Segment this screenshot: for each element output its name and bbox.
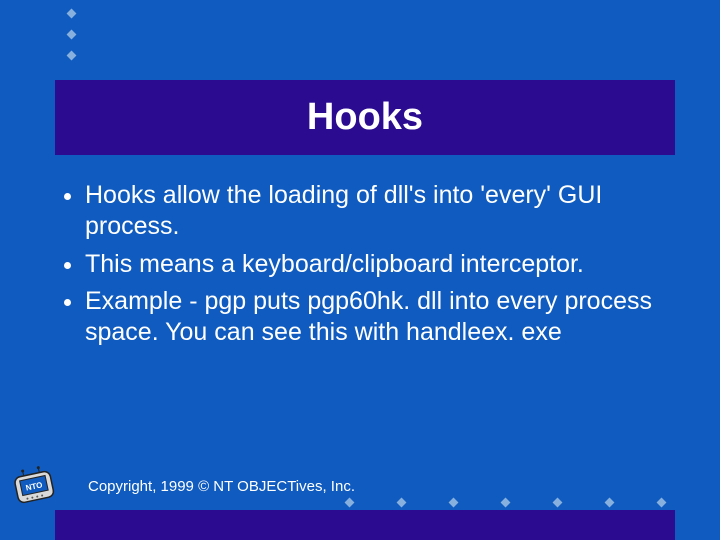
- diamond-icon: [501, 498, 511, 508]
- copyright-text: Copyright, 1999 © NT OBJECTives, Inc.: [88, 478, 355, 495]
- diamond-icon: [345, 498, 355, 508]
- decorative-bottom-diamonds: [346, 499, 665, 506]
- bullet-item: This means a keyboard/clipboard intercep…: [85, 249, 665, 280]
- slide-title: Hooks: [307, 96, 423, 139]
- bottom-bar: [55, 510, 675, 540]
- decorative-top-diamonds: [68, 10, 75, 59]
- diamond-icon: [67, 9, 77, 19]
- title-bar: Hooks: [55, 80, 675, 155]
- diamond-icon: [67, 51, 77, 61]
- diamond-icon: [605, 498, 615, 508]
- nto-logo-icon: NTO: [8, 464, 60, 508]
- bullet-list: Hooks allow the loading of dll's into 'e…: [55, 180, 665, 348]
- diamond-icon: [67, 30, 77, 40]
- diamond-icon: [553, 498, 563, 508]
- diamond-icon: [657, 498, 667, 508]
- content-area: Hooks allow the loading of dll's into 'e…: [55, 180, 665, 354]
- diamond-icon: [449, 498, 459, 508]
- slide: Hooks Hooks allow the loading of dll's i…: [0, 0, 720, 540]
- bullet-item: Example - pgp puts pgp60hk. dll into eve…: [85, 286, 665, 349]
- bullet-item: Hooks allow the loading of dll's into 'e…: [85, 180, 665, 243]
- diamond-icon: [397, 498, 407, 508]
